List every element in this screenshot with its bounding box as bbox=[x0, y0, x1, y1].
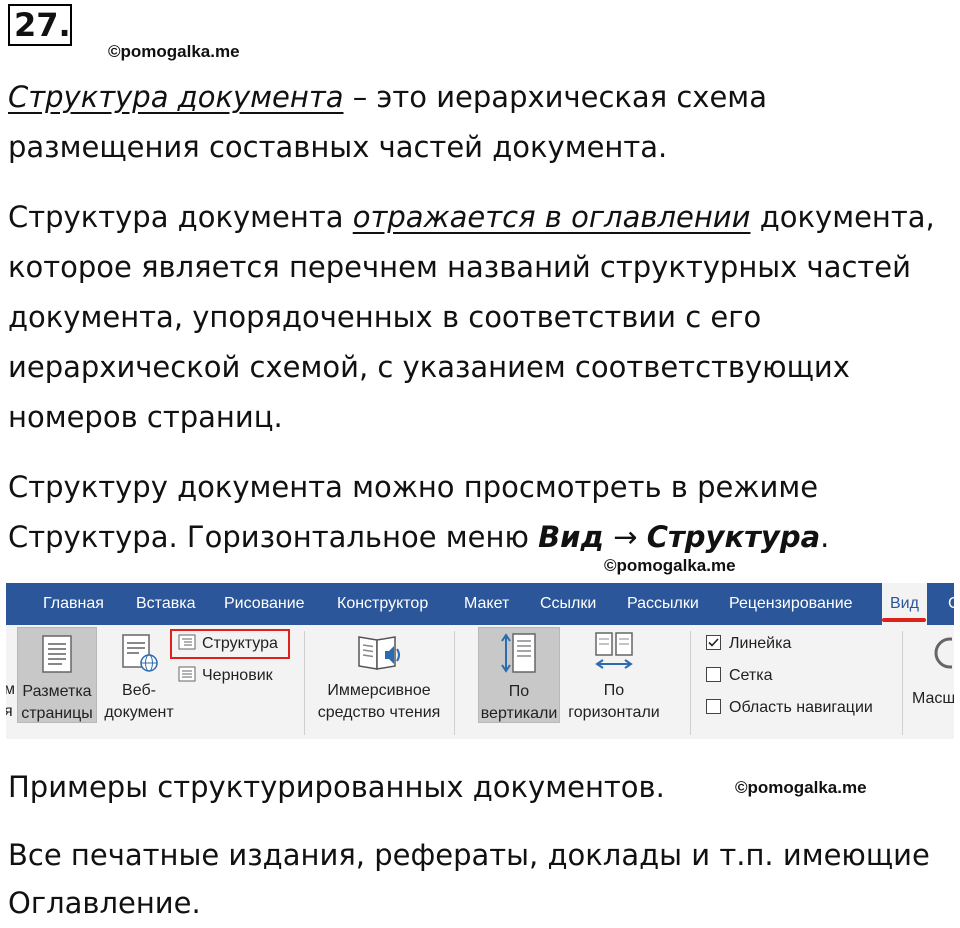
draft-button[interactable]: Черновик bbox=[178, 665, 273, 687]
toc-emphasis: отражается в оглавлении bbox=[352, 200, 751, 234]
web-layout-label-2: документ bbox=[104, 704, 174, 721]
tab-mailings[interactable]: Рассылки bbox=[627, 583, 699, 625]
ribbon-panel: м я Разметка страницы Веб- документ Стру… bbox=[6, 625, 954, 739]
vertical-label-1: По bbox=[508, 683, 530, 700]
tab-design[interactable]: Конструктор bbox=[337, 583, 428, 625]
toc-text-end: документа, bbox=[750, 200, 935, 234]
horizontal-label-1: По bbox=[603, 682, 625, 699]
watermark-2: ©pomogalka.me bbox=[604, 556, 736, 575]
examples-line-2: Оглавление. bbox=[8, 886, 201, 920]
watermark-3: ©pomogalka.me bbox=[735, 778, 867, 797]
watermark: ©pomogalka.me bbox=[108, 42, 240, 61]
tab-layout[interactable]: Макет bbox=[464, 583, 509, 625]
page-icon bbox=[42, 635, 72, 673]
definition-text: – это иерархическая схема bbox=[343, 80, 767, 114]
toc-line-2: которое является перечнем названий струк… bbox=[8, 250, 911, 284]
web-layout-button[interactable]: Веб- документ bbox=[104, 627, 174, 723]
ribbon-tab-bar: Главная Вставка Рисование Конструктор Ма… bbox=[6, 583, 954, 625]
web-page-icon bbox=[122, 634, 158, 672]
menu-view: Вид bbox=[538, 520, 604, 554]
side-to-side-icon bbox=[595, 632, 633, 669]
toc-line-5: номеров страниц. bbox=[8, 400, 283, 434]
tab-partial[interactable]: С bbox=[948, 583, 954, 625]
period: . bbox=[820, 520, 830, 554]
immersive-label-2: средство чтения bbox=[317, 704, 441, 721]
tab-home[interactable]: Главная bbox=[43, 583, 104, 625]
vertical-label-2: вертикали bbox=[480, 705, 558, 722]
horizontal-label-2: горизонтали bbox=[568, 704, 660, 721]
definition-line-2: размещения составных частей документа. bbox=[8, 130, 668, 164]
checkbox-icon bbox=[706, 667, 721, 682]
examples-line-1: Все печатные издания, рефераты, доклады … bbox=[8, 838, 930, 872]
partial-label-1: м bbox=[6, 681, 15, 698]
separator bbox=[454, 631, 455, 735]
horizontal-button[interactable]: По горизонтали bbox=[564, 627, 664, 723]
view-line-1: Структуру документа можно просмотреть в … bbox=[8, 470, 819, 504]
nav-pane-checkbox[interactable]: Область навигации bbox=[706, 697, 873, 719]
ruler-checkbox[interactable]: Линейка bbox=[706, 633, 791, 655]
toc-line-1: Структура документа отражается в оглавле… bbox=[8, 192, 952, 242]
tab-review[interactable]: Рецензирование bbox=[729, 583, 853, 625]
term-structure: Структура документа bbox=[8, 80, 344, 114]
tab-draw[interactable]: Рисование bbox=[224, 583, 305, 625]
zoom-button[interactable]: Масш bbox=[912, 627, 954, 723]
arrow: → bbox=[603, 520, 647, 554]
checkbox-checked-icon bbox=[706, 635, 721, 650]
task-number: 27. bbox=[8, 4, 72, 46]
toc-text-start: Структура документа bbox=[8, 200, 353, 234]
print-layout-button[interactable]: Разметка страницы bbox=[17, 627, 97, 723]
view-text: Структура. Горизонтальное меню bbox=[8, 520, 539, 554]
outline-highlight bbox=[170, 629, 290, 659]
print-layout-label-2: страницы bbox=[21, 705, 93, 722]
checkbox-icon bbox=[706, 699, 721, 714]
vertical-button[interactable]: По вертикали bbox=[478, 627, 560, 723]
ruler-label: Линейка bbox=[729, 635, 792, 652]
separator bbox=[690, 631, 691, 735]
print-layout-label-1: Разметка bbox=[22, 683, 92, 700]
zoom-label: Масш bbox=[912, 690, 954, 707]
toc-line-3: документа, упорядоченных в соответствии … bbox=[8, 300, 762, 334]
web-layout-label-1: Веб- bbox=[122, 682, 156, 699]
tab-references[interactable]: Ссылки bbox=[540, 583, 596, 625]
separator bbox=[902, 631, 903, 735]
immersive-label-1: Иммерсивное bbox=[327, 682, 431, 699]
zoom-icon bbox=[934, 637, 954, 669]
draft-label: Черновик bbox=[202, 667, 273, 684]
nav-pane-label: Область навигации bbox=[729, 699, 873, 716]
definition-line-1: Структура документа – это иерархическая … bbox=[8, 72, 952, 122]
separator bbox=[304, 631, 305, 735]
draft-icon bbox=[178, 666, 196, 682]
immersive-reader-button[interactable]: Иммерсивное средство чтения bbox=[314, 627, 444, 723]
active-tab-underline bbox=[882, 618, 926, 622]
tab-insert[interactable]: Вставка bbox=[136, 583, 195, 625]
vertical-pages-icon bbox=[501, 633, 536, 673]
partial-label-2: я bbox=[6, 703, 13, 720]
view-line-2: Структура. Горизонтальное меню Вид → Стр… bbox=[8, 512, 952, 562]
grid-checkbox[interactable]: Сетка bbox=[706, 665, 773, 687]
grid-label: Сетка bbox=[729, 667, 773, 684]
immersive-reader-icon bbox=[358, 636, 400, 670]
word-ribbon: Главная Вставка Рисование Конструктор Ма… bbox=[6, 583, 954, 739]
menu-structure: Структура bbox=[646, 520, 821, 554]
toc-line-4: иерархической схемой, с указанием соотве… bbox=[8, 350, 850, 384]
